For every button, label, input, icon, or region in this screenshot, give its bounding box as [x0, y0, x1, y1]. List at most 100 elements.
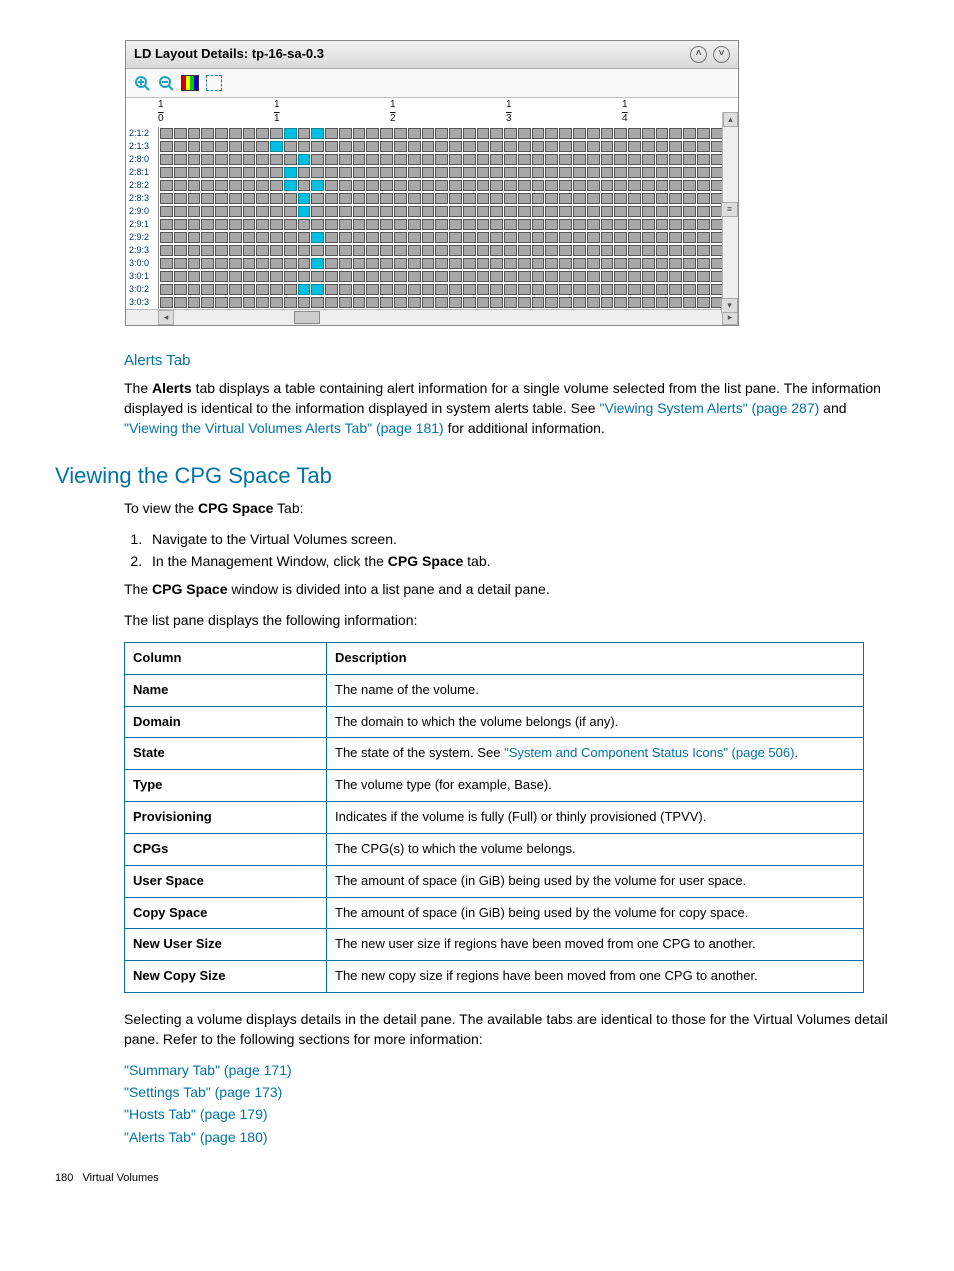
cell [449, 141, 462, 152]
cell [642, 297, 655, 308]
cell [284, 154, 297, 165]
cell [559, 180, 572, 191]
expand-icon[interactable]: ˅ [713, 46, 730, 63]
cell [201, 206, 214, 217]
cell [256, 271, 269, 282]
cell [490, 258, 503, 269]
cell [435, 128, 448, 139]
ruler: 1011121314 [126, 98, 738, 127]
cell [243, 180, 256, 191]
link-system-alerts[interactable]: "Viewing System Alerts" (page 287) [599, 400, 819, 416]
cell [380, 219, 393, 230]
cell [601, 232, 614, 243]
cell [435, 232, 448, 243]
cell [298, 258, 311, 269]
cell [380, 167, 393, 178]
zoom-out-icon[interactable] [156, 73, 176, 93]
cell [229, 271, 242, 282]
link-status-icons[interactable]: "System and Component Status Icons" (pag… [504, 745, 794, 760]
cell-row [159, 127, 738, 140]
table-row: TypeThe volume type (for example, Base). [125, 770, 864, 802]
cell [614, 128, 627, 139]
cell [311, 271, 324, 282]
cell [490, 154, 503, 165]
vertical-scrollbar[interactable]: ▴ ≡ ▾ [722, 112, 738, 313]
cell [669, 284, 682, 295]
cell [174, 193, 187, 204]
cell [243, 297, 256, 308]
horizontal-scrollbar[interactable]: ◂ ▸ [126, 309, 738, 325]
scroll-up-icon[interactable]: ▴ [723, 112, 738, 127]
cell [435, 245, 448, 256]
cell [380, 258, 393, 269]
cell [683, 154, 696, 165]
cell [325, 154, 338, 165]
zoom-in-icon[interactable] [132, 73, 152, 93]
table-row: NameThe name of the volume. [125, 674, 864, 706]
cell [339, 297, 352, 308]
cell [532, 219, 545, 230]
cell [339, 154, 352, 165]
cell [477, 258, 490, 269]
cell [229, 232, 242, 243]
cell [573, 154, 586, 165]
cell [545, 284, 558, 295]
cell [518, 219, 531, 230]
color-legend-icon[interactable] [180, 73, 200, 93]
link-vv-alerts[interactable]: "Viewing the Virtual Volumes Alerts Tab"… [124, 420, 444, 436]
cell [298, 245, 311, 256]
cell [408, 206, 421, 217]
cell [449, 206, 462, 217]
cell [201, 219, 214, 230]
cell [311, 167, 324, 178]
closing-link[interactable]: "Hosts Tab" (page 179) [124, 1106, 268, 1122]
cell [325, 297, 338, 308]
fit-icon[interactable] [204, 73, 224, 93]
scroll-left-icon[interactable]: ◂ [158, 310, 174, 325]
cell [490, 180, 503, 191]
cell [683, 206, 696, 217]
closing-link[interactable]: "Alerts Tab" (page 180) [124, 1129, 268, 1145]
cell [463, 141, 476, 152]
cell [201, 258, 214, 269]
page-footer: 180 Virtual Volumes [55, 1171, 899, 1187]
cell [284, 167, 297, 178]
cell [477, 206, 490, 217]
h-scroll-thumb[interactable] [294, 311, 320, 324]
cell [449, 180, 462, 191]
cell [532, 258, 545, 269]
cell [270, 193, 283, 204]
cell [394, 206, 407, 217]
cell [366, 128, 379, 139]
cell [573, 180, 586, 191]
closing-link[interactable]: "Summary Tab" (page 171) [124, 1062, 292, 1078]
cell [490, 219, 503, 230]
scroll-down-icon[interactable]: ▾ [721, 298, 738, 313]
cell [380, 245, 393, 256]
cell [229, 128, 242, 139]
cell [422, 193, 435, 204]
cell [201, 167, 214, 178]
cell [174, 219, 187, 230]
cell [614, 232, 627, 243]
cell [366, 271, 379, 282]
cell [160, 258, 173, 269]
cell [311, 232, 324, 243]
cell [408, 271, 421, 282]
cell [545, 206, 558, 217]
closing-para: Selecting a volume displays details in t… [124, 1009, 899, 1050]
cell [311, 258, 324, 269]
cell [160, 167, 173, 178]
cell [215, 258, 228, 269]
collapse-icon[interactable]: ˄ [690, 46, 707, 63]
cell [188, 245, 201, 256]
cell [573, 271, 586, 282]
cell [380, 297, 393, 308]
cell-row [159, 244, 738, 257]
closing-link[interactable]: "Settings Tab" (page 173) [124, 1084, 282, 1100]
cell [573, 141, 586, 152]
cell-row [159, 179, 738, 192]
scroll-thumb[interactable]: ≡ [721, 202, 738, 217]
cell [435, 219, 448, 230]
cell [366, 258, 379, 269]
